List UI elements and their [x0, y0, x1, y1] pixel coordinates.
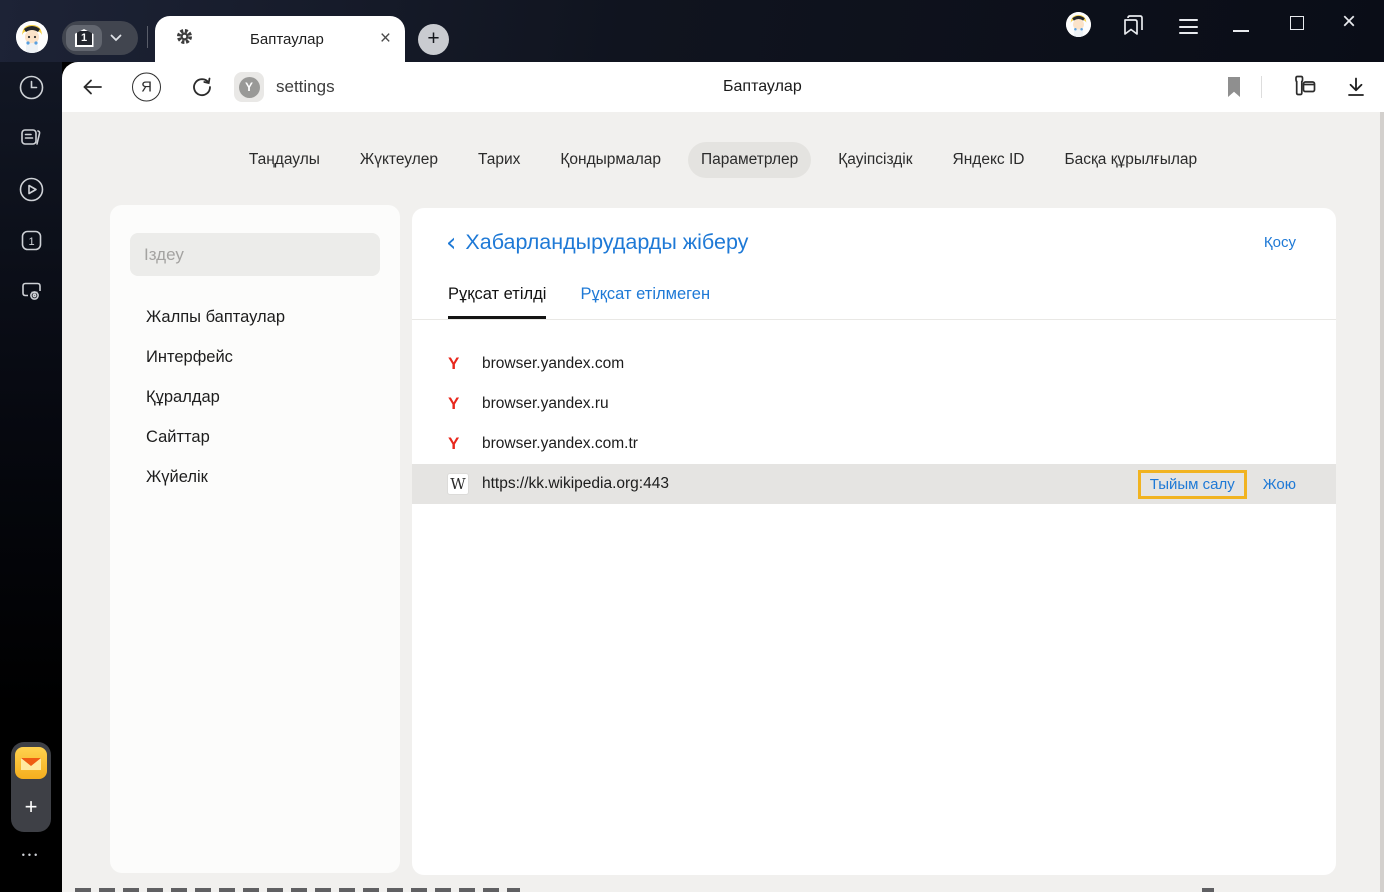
nav-tab-downloads[interactable]: Жүктеулер	[347, 142, 451, 178]
site-row[interactable]: Y browser.yandex.com.tr	[412, 424, 1336, 464]
panel-header: ‹ Хабарландырударды жіберу Қосу	[412, 208, 1336, 256]
dock-add-button[interactable]: +	[11, 794, 51, 820]
nav-tab-extensions[interactable]: Қондырмалар	[547, 142, 674, 178]
menu-icon[interactable]	[1179, 19, 1198, 39]
refresh-icon[interactable]	[190, 75, 214, 99]
browser-toolbar: Я Y settings Баптаулар	[62, 62, 1384, 112]
screenshot-icon[interactable]	[18, 278, 45, 305]
notes-icon[interactable]	[18, 125, 45, 152]
settings-sidebar: Жалпы баптаулар Интерфейс Құралдар Сайтт…	[110, 205, 400, 873]
tab-count-badge: 1	[74, 29, 94, 47]
site-url: browser.yandex.com.tr	[482, 435, 638, 452]
allowed-sites-list: Y browser.yandex.com Y browser.yandex.ru…	[412, 344, 1336, 504]
permission-tabs: Рұқсат етілді Рұқсат етілмеген	[448, 285, 1336, 319]
account-avatar[interactable]	[1066, 12, 1091, 37]
site-row[interactable]: Y browser.yandex.ru	[412, 384, 1336, 424]
yandex-mail-icon[interactable]	[15, 747, 47, 784]
settings-menu: Жалпы баптаулар Интерфейс Құралдар Сайтт…	[110, 297, 400, 497]
tabs-divider	[412, 319, 1336, 320]
nav-tab-security[interactable]: Қауіпсіздік	[825, 142, 925, 178]
video-icon[interactable]	[18, 176, 45, 203]
page-title: Баптаулар	[723, 78, 802, 95]
yandex-favicon: Y	[448, 434, 460, 453]
window-edge	[1380, 112, 1384, 892]
sidebar-item-system[interactable]: Жүйелік	[110, 457, 400, 497]
bookmark-icon[interactable]	[1224, 76, 1244, 98]
rail-more-button[interactable]: •••	[0, 850, 62, 860]
settings-page: Таңдаулы Жүктеулер Тарих Қондырмалар Пар…	[62, 112, 1384, 892]
site-url: https://kk.wikipedia.org:443	[482, 475, 669, 492]
yandex-favicon: Y	[448, 354, 460, 373]
clipped-text-fragment	[1202, 888, 1214, 892]
history-icon[interactable]	[18, 74, 45, 101]
collections-icon[interactable]	[1288, 74, 1318, 100]
window-close-button[interactable]: ×	[1342, 8, 1356, 36]
nav-tab-settings[interactable]: Параметрлер	[687, 142, 812, 178]
tab-group-selector[interactable]: 1	[62, 21, 138, 55]
sidebar-item-interface[interactable]: Интерфейс	[110, 337, 400, 377]
new-tab-button[interactable]: +	[418, 24, 449, 55]
site-url: browser.yandex.com	[482, 355, 625, 372]
wikipedia-favicon: W	[448, 474, 468, 494]
address-bar-url[interactable]: settings	[276, 77, 335, 97]
sidebar-item-general[interactable]: Жалпы баптаулар	[110, 297, 400, 337]
delete-button[interactable]: Жою	[1263, 476, 1296, 493]
yandex-logo[interactable]: Я	[132, 72, 161, 102]
pinned-apps-dock: +	[11, 742, 51, 832]
back-chevron-icon[interactable]: ‹	[446, 230, 456, 256]
search-input[interactable]	[130, 233, 380, 276]
settings-nav-tabs: Таңдаулы Жүктеулер Тарих Қондырмалар Пар…	[62, 142, 1384, 178]
profile-avatar[interactable]	[16, 21, 48, 53]
tab-strip-divider	[147, 26, 148, 48]
row-actions: Тыйым салу Жою	[1137, 469, 1336, 499]
tab-close-icon[interactable]: ×	[380, 28, 391, 50]
window-minimize-button[interactable]	[1233, 30, 1249, 32]
tab-title: Баптаулар	[250, 30, 324, 48]
side-panel-icon[interactable]	[1120, 12, 1146, 38]
svg-text:1: 1	[28, 236, 34, 248]
nav-tab-history[interactable]: Тарих	[465, 142, 533, 178]
site-row-wikipedia[interactable]: W https://kk.wikipedia.org:443 Тыйым сал…	[412, 464, 1336, 504]
yandex-favicon: Y	[448, 394, 460, 413]
back-button[interactable]	[80, 75, 104, 99]
avatar-image	[16, 21, 48, 53]
site-row[interactable]: Y browser.yandex.com	[412, 344, 1336, 384]
side-rail: 1 + •••	[0, 62, 62, 892]
sidebar-item-sites[interactable]: Сайттар	[110, 417, 400, 457]
add-site-button[interactable]: Қосу	[1264, 234, 1296, 251]
active-tab-settings[interactable]: Баптаулар ×	[155, 16, 405, 62]
notifications-panel: ‹ Хабарландырударды жіберу Қосу Рұқсат е…	[412, 208, 1336, 875]
browser-top-chrome: 1 Баптаулар × + ×	[0, 0, 1384, 62]
clipped-text-fragment	[75, 888, 520, 892]
toolbar-divider	[1261, 76, 1262, 98]
window-maximize-button[interactable]	[1290, 16, 1304, 30]
panel-title[interactable]: Хабарландырударды жіберу	[465, 230, 748, 255]
nav-tab-favorites[interactable]: Таңдаулы	[236, 142, 333, 178]
site-url: browser.yandex.ru	[482, 395, 609, 412]
nav-tab-yandex-id[interactable]: Яндекс ID	[940, 142, 1038, 178]
tab-blocked[interactable]: Рұқсат етілмеген	[580, 285, 710, 319]
tab-group-chip: 1	[66, 25, 102, 51]
tab-allowed[interactable]: Рұқсат етілді	[448, 285, 547, 319]
nav-tab-other-devices[interactable]: Басқа құрылғылар	[1051, 142, 1210, 178]
site-badge-icon[interactable]: Y	[234, 72, 264, 102]
sidebar-item-tools[interactable]: Құралдар	[110, 377, 400, 417]
chevron-down-icon[interactable]	[110, 29, 122, 47]
tabs-count-icon[interactable]: 1	[18, 227, 45, 254]
block-button[interactable]: Тыйым салу	[1137, 469, 1247, 499]
gear-icon	[175, 27, 194, 51]
download-icon[interactable]	[1344, 75, 1368, 99]
